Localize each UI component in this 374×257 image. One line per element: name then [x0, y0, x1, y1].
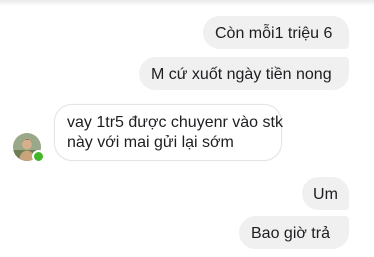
outgoing-message[interactable]: Um — [302, 177, 349, 210]
message-text: M cứ xuốt ngày tiền nong — [151, 66, 332, 83]
incoming-message[interactable]: vay 1tr5 được chuyenr vào stk này với ma… — [54, 104, 283, 161]
online-status-indicator — [32, 150, 45, 163]
top-divider-shadow — [0, 0, 374, 6]
outgoing-message[interactable]: Còn mỗi1 triệu 6 — [203, 16, 349, 49]
message-text: Bao giờ trả — [251, 225, 330, 242]
outgoing-message[interactable]: Bao giờ trả — [239, 216, 349, 249]
message-text: Um — [313, 186, 338, 203]
message-text-line: vay 1tr5 được chuyenr vào stk — [67, 114, 283, 131]
message-text-line: này với mai gửi lại sớm — [67, 134, 234, 151]
outgoing-message[interactable]: M cứ xuốt ngày tiền nong — [139, 57, 349, 90]
message-text: Còn mỗi1 triệu 6 — [215, 25, 333, 42]
